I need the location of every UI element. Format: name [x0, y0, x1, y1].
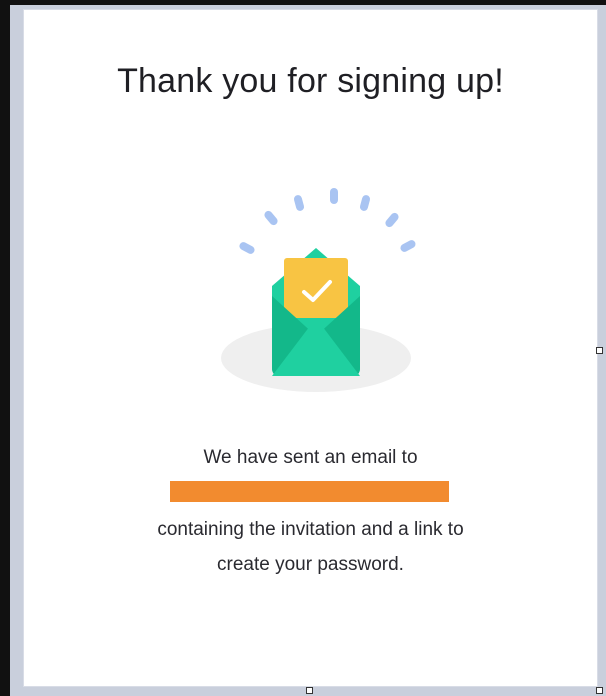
email-sent-illustration: [221, 188, 416, 392]
message-line-2: containing the invitation and a link to: [157, 519, 464, 540]
message-line-1: We have sent an email to: [203, 447, 418, 468]
sparkle-rays-icon: [239, 188, 416, 254]
letter-paper: [284, 258, 348, 318]
confirmation-title: Thank you for signing up!: [117, 62, 504, 100]
resize-handle-bottom[interactable]: [306, 687, 313, 694]
screenshot-frame: Thank you for signing up! We have sent a…: [0, 0, 606, 696]
message-line-3: create your password.: [217, 554, 404, 575]
resize-handle-right[interactable]: [596, 347, 603, 354]
signup-confirmation-card: Thank you for signing up! We have sent a…: [24, 10, 597, 686]
resize-handle-corner[interactable]: [596, 687, 603, 694]
redacted-email-address: [170, 481, 449, 502]
